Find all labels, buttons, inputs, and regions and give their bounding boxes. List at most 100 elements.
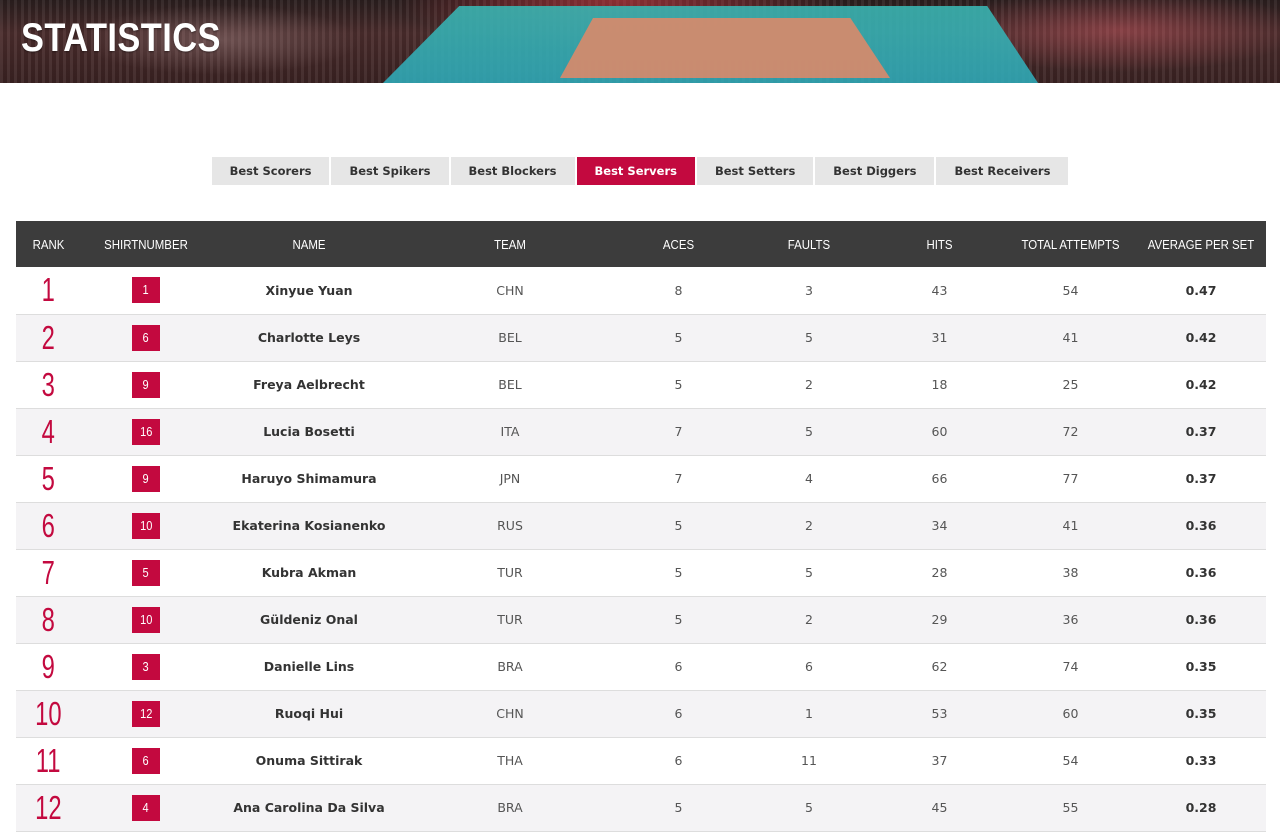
table-row[interactable]: 5 9 Haruyo Shimamura JPN 7 4 66 77 0.37 [16, 455, 1266, 502]
rank-cell: 9 [16, 643, 81, 690]
total-attempts-value: 54 [1062, 753, 1079, 768]
table-row[interactable]: 1 1 Xinyue Yuan CHN 8 3 43 54 0.47 [16, 267, 1266, 314]
tab-best-scorers[interactable]: Best Scorers [211, 157, 330, 185]
table-row[interactable]: 9 3 Danielle Lins BRA 6 6 62 74 0.35 [16, 643, 1266, 690]
total-attempts-value: 25 [1062, 377, 1079, 392]
table-row[interactable]: 10 12 Ruoqi Hui CHN 6 1 53 60 0.35 [16, 690, 1266, 737]
shirt-number-badge: 9 [132, 371, 160, 398]
rank-value: 7 [41, 553, 56, 591]
rank-cell: 3 [16, 361, 81, 408]
shirt-number-badge: 3 [132, 653, 160, 680]
tab-best-blockers[interactable]: Best Blockers [450, 157, 575, 185]
hits-value: 53 [931, 706, 948, 721]
rank-value: 4 [41, 412, 56, 450]
rank-value: 12 [35, 788, 62, 826]
table-row[interactable]: 2 6 Charlotte Leys BEL 5 5 31 41 0.42 [16, 314, 1266, 361]
shirt-cell: 6 [81, 314, 211, 361]
rank-value: 2 [41, 318, 56, 356]
hits-value: 28 [931, 565, 948, 580]
column-header-faults: FAULTS [787, 236, 831, 252]
faults-value: 5 [805, 330, 813, 345]
shirt-number-badge: 6 [132, 324, 160, 351]
total-attempts-value: 77 [1062, 471, 1079, 486]
shirt-number-value: 10 [139, 517, 153, 533]
table-row[interactable]: 12 4 Ana Carolina Da Silva BRA 5 5 45 55 0.28 [16, 784, 1266, 831]
player-name[interactable]: Ekaterina Kosianenko [211, 502, 407, 549]
player-name[interactable]: Ana Carolina Da Silva [211, 784, 407, 831]
aces-value: 8 [674, 282, 683, 298]
tab-best-spikers[interactable]: Best Spikers [331, 157, 449, 185]
team-code: CHN [496, 706, 524, 721]
player-name[interactable]: Ruoqi Hui [211, 690, 407, 737]
average-per-set-value: 0.36 [1185, 518, 1217, 533]
shirt-number-value: 10 [139, 611, 153, 627]
team-code: BRA [497, 800, 523, 815]
average-per-set-value: 0.37 [1185, 471, 1217, 486]
aces-value: 7 [674, 424, 683, 439]
aces-value: 7 [674, 471, 683, 486]
team-code: BEL [498, 377, 522, 392]
tab-best-setters[interactable]: Best Setters [696, 157, 814, 185]
aces-value: 6 [674, 659, 683, 674]
team-code: BRA [497, 659, 523, 674]
rank-value: 9 [41, 647, 56, 685]
table-row[interactable]: 3 9 Freya Aelbrecht BEL 5 2 18 25 0.42 [16, 361, 1266, 408]
shirt-cell: 4 [81, 784, 211, 831]
faults-value: 11 [801, 753, 817, 768]
faults-value: 3 [805, 282, 813, 298]
player-name[interactable]: Lucia Bosetti [211, 408, 407, 455]
faults-value: 5 [805, 565, 813, 580]
player-name[interactable]: Charlotte Leys [211, 314, 407, 361]
total-attempts-value: 41 [1062, 518, 1079, 533]
shirt-number-badge: 10 [132, 606, 160, 633]
shirt-number-badge: 16 [132, 418, 160, 445]
shirt-number-value: 16 [139, 423, 153, 439]
aces-value: 5 [674, 330, 683, 345]
player-name[interactable]: Onuma Sittirak [211, 737, 407, 784]
rank-value: 1 [41, 271, 56, 309]
faults-value: 5 [805, 424, 813, 439]
header-banner: STATISTICS [0, 0, 1280, 83]
faults-value: 1 [805, 706, 813, 721]
faults-value: 5 [805, 800, 813, 815]
average-per-set-value: 0.35 [1185, 659, 1217, 674]
tab-best-diggers[interactable]: Best Diggers [815, 157, 935, 185]
shirt-number-value: 5 [142, 564, 150, 580]
shirt-number-badge: 6 [132, 747, 160, 774]
player-name[interactable]: Danielle Lins [211, 643, 407, 690]
player-name[interactable]: Güldeniz Onal [211, 596, 407, 643]
player-name[interactable]: Xinyue Yuan [211, 267, 407, 314]
team-code: TUR [497, 612, 523, 627]
rank-cell: 5 [16, 455, 81, 502]
total-attempts-value: 41 [1062, 330, 1079, 345]
hits-value: 60 [931, 424, 948, 439]
tab-best-servers[interactable]: Best Servers [576, 157, 695, 185]
total-attempts-value: 74 [1062, 659, 1079, 674]
page-title: STATISTICS [21, 16, 221, 60]
column-header-total-attempts: TOTAL ATTEMPTS [1021, 236, 1120, 252]
rank-cell: 12 [16, 784, 81, 831]
aces-value: 6 [674, 753, 683, 768]
shirt-number-badge: 4 [132, 794, 160, 821]
tab-best-receivers[interactable]: Best Receivers [936, 157, 1069, 185]
hits-value: 43 [931, 282, 948, 298]
player-name[interactable]: Freya Aelbrecht [211, 361, 407, 408]
shirt-number-value: 3 [142, 658, 150, 674]
table-row[interactable]: 7 5 Kubra Akman TUR 5 5 28 38 0.36 [16, 549, 1266, 596]
table-row[interactable]: 4 16 Lucia Bosetti ITA 7 5 60 72 0.37 [16, 408, 1266, 455]
rank-cell: 10 [16, 690, 81, 737]
player-name[interactable]: Haruyo Shimamura [211, 455, 407, 502]
total-attempts-value: 72 [1062, 424, 1079, 439]
team-code: CHN [496, 282, 524, 298]
team-code: TUR [497, 565, 523, 580]
shirt-number-value: 4 [142, 799, 150, 815]
table-row[interactable]: 8 10 Güldeniz Onal TUR 5 2 29 36 0.36 [16, 596, 1266, 643]
statistics-tabs: Best Scorers Best Spikers Best Blockers Bes… [0, 157, 1280, 185]
table-row[interactable]: 6 10 Ekaterina Kosianenko RUS 5 2 34 41 0.36 [16, 502, 1266, 549]
aces-value: 5 [674, 800, 683, 815]
rank-value: 11 [36, 741, 61, 779]
rank-value: 3 [41, 365, 56, 403]
player-name[interactable]: Kubra Akman [211, 549, 407, 596]
team-code: BEL [498, 330, 522, 345]
table-row[interactable]: 11 6 Onuma Sittirak THA 6 11 37 54 0.33 [16, 737, 1266, 784]
